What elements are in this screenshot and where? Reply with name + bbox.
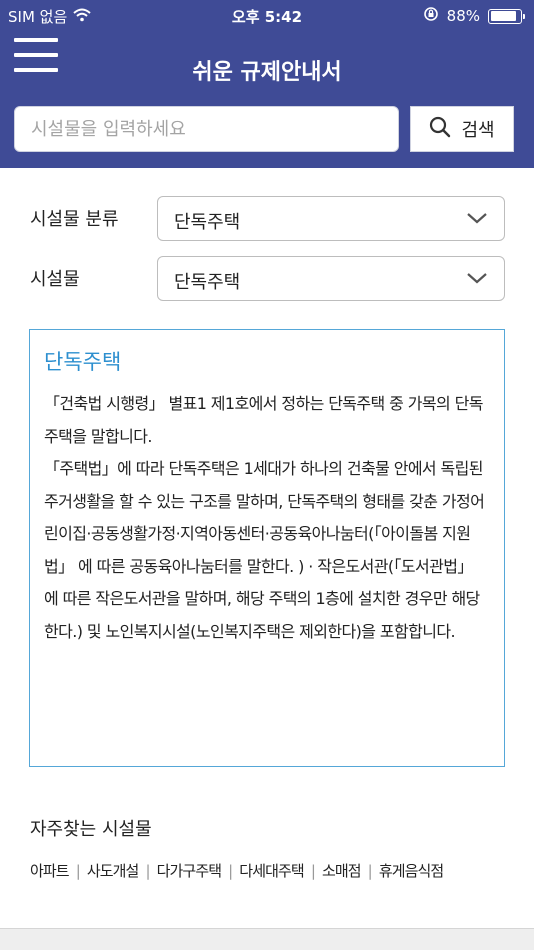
page-title: 쉬운 규제안내서 bbox=[192, 60, 342, 85]
category-selected-value: 단독주택 bbox=[174, 212, 241, 233]
bottom-bar bbox=[0, 928, 534, 950]
orientation-lock-icon bbox=[423, 6, 439, 26]
facility-selected-value: 단독주택 bbox=[174, 272, 241, 293]
link-separator: | bbox=[310, 862, 316, 880]
status-bar: SIM 없음 오후 5:42 88% bbox=[0, 0, 534, 32]
info-title: 단독주택 bbox=[44, 350, 122, 374]
frequent-facility-link[interactable]: 다세대주택 bbox=[239, 862, 304, 880]
link-separator: | bbox=[145, 862, 150, 880]
info-body: 「건축법 시행령」 별표1 제1호에서 정하는 단독주택 중 가목의 단독주택을… bbox=[44, 394, 485, 641]
facility-select[interactable]: 단독주택 bbox=[157, 256, 505, 301]
frequent-facility-link[interactable]: 휴게음식점 bbox=[379, 862, 444, 880]
search-input[interactable] bbox=[14, 106, 399, 152]
search-button-label: 검색 bbox=[461, 120, 495, 141]
frequent-facilities-title: 자주찾는 시설물 bbox=[30, 819, 152, 840]
frequent-facilities-links: 아파트 | 사도개설 | 다가구주택 | 다세대주택 | 소매점 | 휴게음식점 bbox=[30, 860, 444, 881]
link-separator: | bbox=[228, 862, 233, 880]
frequent-facility-link[interactable]: 소매점 bbox=[322, 862, 362, 880]
search-button[interactable]: 검색 bbox=[410, 106, 514, 152]
frequent-facility-link[interactable]: 사도개설 bbox=[87, 862, 140, 880]
facility-label: 시설물 bbox=[30, 269, 80, 290]
frequent-facility-link[interactable]: 다가구주택 bbox=[157, 862, 222, 880]
app-header: 쉬운 규제안내서 bbox=[0, 32, 534, 92]
chevron-down-icon bbox=[466, 269, 488, 291]
battery-fill bbox=[490, 11, 516, 21]
status-right: 88% bbox=[423, 6, 525, 26]
facility-info-box: 단독주택 「건축법 시행령」 별표1 제1호에서 정하는 단독주택 중 가목의 … bbox=[29, 329, 505, 767]
link-separator: | bbox=[75, 862, 81, 880]
chevron-down-icon bbox=[466, 209, 488, 231]
search-bar: 검색 bbox=[0, 92, 534, 168]
link-separator: | bbox=[367, 862, 373, 880]
category-label: 시설물 분류 bbox=[30, 209, 119, 230]
battery-percent: 88% bbox=[446, 7, 480, 25]
category-select[interactable]: 단독주택 bbox=[157, 196, 505, 241]
battery-icon bbox=[488, 8, 525, 24]
frequent-facility-link[interactable]: 아파트 bbox=[30, 862, 70, 880]
search-icon bbox=[429, 116, 451, 143]
